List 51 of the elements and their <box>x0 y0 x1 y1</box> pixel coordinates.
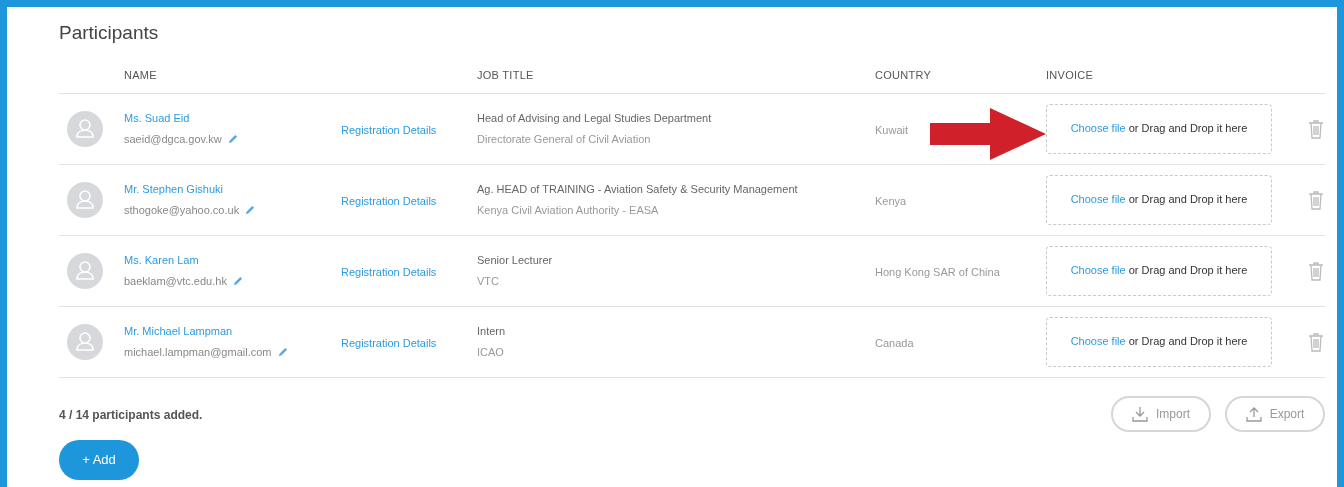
trash-icon[interactable] <box>1308 118 1324 139</box>
participant-email: saeid@dgca.gov.kw <box>124 132 222 147</box>
avatar-icon <box>67 252 103 289</box>
column-header: JOB TITLE <box>477 68 534 81</box>
participants-count: 4 / 14 participants added. <box>59 406 203 424</box>
country: Hong Kong SAR of China <box>875 265 1000 278</box>
registration-details-link[interactable]: Registration Details <box>341 194 437 207</box>
column-header: INVOICE <box>1046 68 1094 81</box>
trash-icon[interactable] <box>1308 189 1324 210</box>
avatar-icon <box>67 110 103 147</box>
export-button[interactable]: Export <box>1225 395 1325 432</box>
avatar-icon <box>67 181 103 218</box>
pencil-icon[interactable] <box>276 346 288 358</box>
job-title: Intern <box>477 323 506 339</box>
pencil-icon[interactable] <box>226 133 238 145</box>
job-title: Ag. HEAD of TRAINING - Aviation Safety & Security Management <box>477 181 798 197</box>
organization: Directorate General of Civil Aviation <box>477 132 651 147</box>
upload-icon <box>1245 405 1262 422</box>
participant-name[interactable]: Ms. Karen Lam <box>124 251 199 268</box>
section-title: Participants <box>59 21 159 45</box>
file-drop-zone[interactable]: Choose file or Drag and Drop it here <box>1046 245 1272 296</box>
registration-details-link[interactable]: Registration Details <box>341 265 437 278</box>
trash-icon[interactable] <box>1308 331 1324 352</box>
organization: Kenya Civil Aviation Authority - EASA <box>477 203 659 218</box>
avatar-icon <box>67 323 103 360</box>
pencil-icon[interactable] <box>244 204 256 216</box>
file-drop-zone[interactable]: Choose file or Drag and Drop it here <box>1046 174 1272 225</box>
job-title: Senior Lecturer <box>477 252 553 268</box>
pencil-icon[interactable] <box>231 275 243 287</box>
add-button[interactable]: + Add <box>59 439 139 480</box>
participant-name[interactable]: Ms. Suad Eid <box>124 109 190 126</box>
registration-details-link[interactable]: Registration Details <box>341 123 437 136</box>
organization: ICAO <box>477 345 504 360</box>
download-icon <box>1132 405 1148 422</box>
file-drop-zone[interactable]: Choose file or Drag and Drop it here <box>1046 103 1272 154</box>
column-header: NAME <box>124 68 157 81</box>
participant-email: michael.lampman@gmail.com <box>124 345 272 360</box>
participant-email: baeklam@vtc.edu.hk <box>124 274 227 289</box>
job-title: Head of Advising and Legal Studies Department <box>477 110 712 126</box>
participant-name[interactable]: Mr. Michael Lampman <box>124 322 233 339</box>
column-header: COUNTRY <box>875 68 932 81</box>
country: Canada <box>875 336 914 349</box>
participant-name[interactable]: Mr. Stephen Gishuki <box>124 180 224 197</box>
trash-icon[interactable] <box>1308 260 1324 281</box>
registration-details-link[interactable]: Registration Details <box>341 336 437 349</box>
country: Kuwait <box>875 123 909 136</box>
country: Kenya <box>875 194 907 207</box>
file-drop-zone[interactable]: Choose file or Drag and Drop it here <box>1046 316 1272 367</box>
participant-email: sthogoke@yahoo.co.uk <box>124 203 240 218</box>
import-button[interactable]: Import <box>1111 395 1211 432</box>
organization: VTC <box>477 274 499 289</box>
